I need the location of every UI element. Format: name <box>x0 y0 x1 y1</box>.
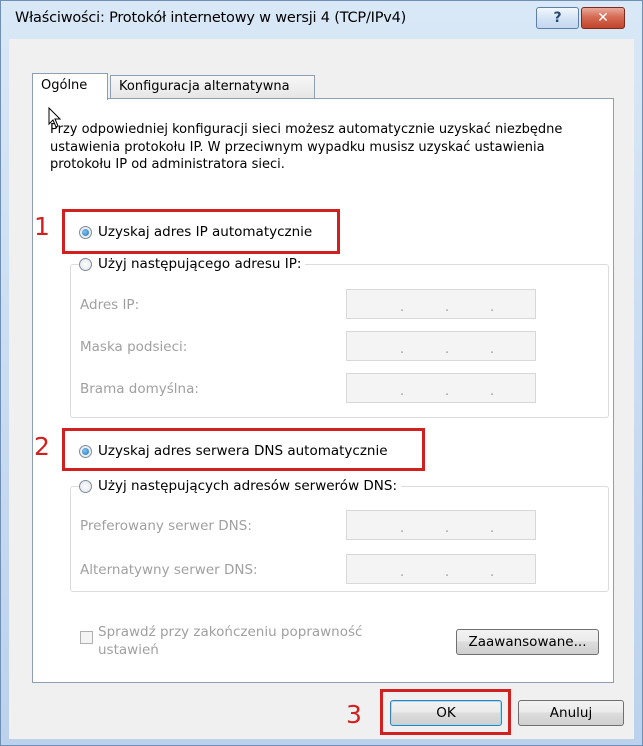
default-gateway-input[interactable]: ... <box>346 373 536 403</box>
default-gateway-label: Brama domyślna: <box>80 381 199 397</box>
validate-settings-label-line1: Sprawdź przy zakończeniu poprawność <box>98 624 363 640</box>
callout-number-2: 2 <box>34 432 50 461</box>
ip-address-input[interactable]: ... <box>346 289 536 319</box>
tab-general[interactable]: Ogólne <box>32 73 108 100</box>
help-button[interactable]: ? <box>536 7 579 29</box>
advanced-button[interactable]: Zaawansowane... <box>456 629 599 655</box>
validate-settings-label: Sprawdź przy zakończeniu poprawność usta… <box>98 623 362 659</box>
radio-dns-manual-label: Użyj następujących adresów serwerów DNS: <box>98 478 398 494</box>
validate-settings-checkbox[interactable] <box>80 631 93 644</box>
callout-number-1: 1 <box>34 212 50 241</box>
radio-ip-manual-control[interactable] <box>79 257 92 271</box>
callout-number-3: 3 <box>346 700 362 729</box>
preferred-dns-label: Preferowany serwer DNS: <box>80 518 252 534</box>
alternate-dns-label: Alternatywny serwer DNS: <box>80 562 258 578</box>
intro-text: Przy odpowiedniej konfiguracji sieci moż… <box>50 122 563 172</box>
close-button[interactable]: ✕ <box>581 7 625 29</box>
subnet-mask-label: Maska podsieci: <box>80 339 188 355</box>
callout-box-2 <box>62 428 425 471</box>
ip-address-label: Adres IP: <box>80 297 140 313</box>
radio-ip-manual-label: Użyj następującego adresu IP: <box>98 256 302 272</box>
radio-ip-manual[interactable]: Użyj następującego adresu IP: <box>79 256 306 272</box>
tab-alternate-configuration[interactable]: Konfiguracja alternatywna <box>110 75 315 98</box>
window-title: Właściwości: Protokół internetowy w wers… <box>15 10 407 26</box>
subnet-mask-input[interactable]: ... <box>346 331 536 361</box>
mouse-cursor-icon <box>48 107 62 128</box>
radio-dns-manual[interactable]: Użyj następujących adresów serwerów DNS: <box>79 478 402 494</box>
radio-dns-manual-control[interactable] <box>79 479 92 493</box>
title-bar[interactable]: Właściwości: Protokół internetowy w wers… <box>1 1 642 39</box>
alternate-dns-input[interactable]: ... <box>346 554 536 584</box>
callout-box-3 <box>380 689 511 735</box>
preferred-dns-input[interactable]: ... <box>346 510 536 540</box>
cancel-button[interactable]: Anuluj <box>518 700 624 726</box>
callout-box-1 <box>62 209 340 254</box>
validate-settings-label-line2: ustawień <box>98 642 159 658</box>
